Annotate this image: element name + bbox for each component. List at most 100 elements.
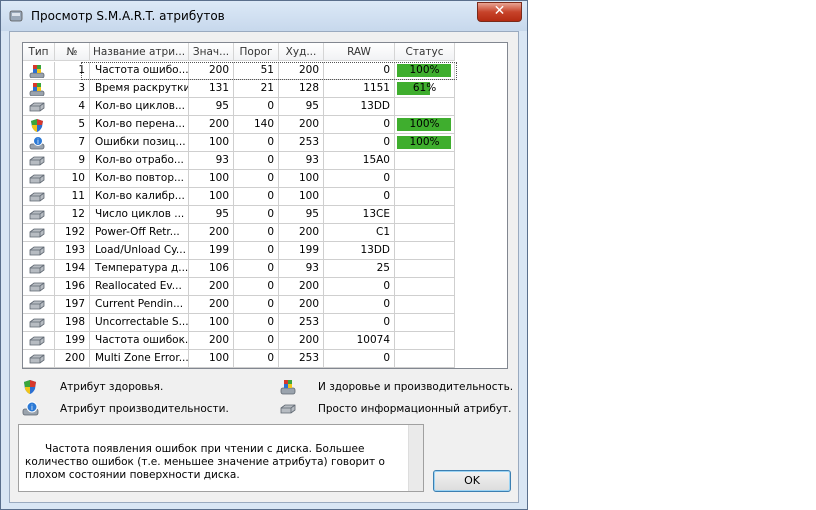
table-row[interactable]: 5 Кол-во перена... 200 140 200 0 100% — [23, 116, 457, 134]
status-text: 100% — [409, 64, 440, 76]
type-cell — [23, 314, 55, 332]
threshold-cell: 0 — [234, 296, 279, 314]
status-cell — [395, 332, 455, 350]
table-row[interactable]: 197 Current Pendin... 200 0 200 0 — [23, 296, 457, 314]
type-cell — [23, 62, 55, 80]
header-raw[interactable]: RAW — [324, 43, 395, 61]
table-row[interactable]: 192 Power-Off Retr... 200 0 200 C1 — [23, 224, 457, 242]
table-row[interactable]: i 7 Ошибки позиц... 100 0 253 0 100% — [23, 134, 457, 152]
attribute-description-box[interactable]: Частота появления ошибок при чтении с ди… — [18, 424, 424, 492]
status-cell — [395, 206, 455, 224]
raw-cell: 0 — [324, 314, 395, 332]
threshold-cell: 0 — [234, 278, 279, 296]
table-row[interactable]: 196 Reallocated Ev... 200 0 200 0 — [23, 278, 457, 296]
header-type[interactable]: Тип — [23, 43, 55, 61]
ok-button[interactable]: OK — [433, 470, 511, 492]
type-cell — [23, 188, 55, 206]
worst-cell: 200 — [279, 332, 324, 350]
status-cell — [395, 152, 455, 170]
type-cell — [23, 332, 55, 350]
svg-text:i: i — [31, 404, 33, 412]
id-cell: 200 — [55, 350, 90, 368]
close-button[interactable]: ✕ — [477, 2, 522, 22]
title-bar: Просмотр S.M.A.R.T. атрибутов ✕ — [1, 1, 527, 31]
type-cell: i — [23, 134, 55, 152]
raw-cell: 0 — [324, 188, 395, 206]
table-row[interactable]: 4 Кол-во циклов... 95 0 95 13DD — [23, 98, 457, 116]
table-row[interactable]: 199 Частота ошибок... 200 0 200 10074 — [23, 332, 457, 350]
id-cell: 3 — [55, 80, 90, 98]
table-row[interactable]: 3 Время раскрутки 131 21 128 1151 61% — [23, 80, 457, 98]
info-disk-icon — [29, 192, 45, 202]
raw-cell: 0 — [324, 62, 395, 80]
name-cell: Число циклов ... — [90, 206, 189, 224]
threshold-cell: 21 — [234, 80, 279, 98]
table-row[interactable]: 12 Число циклов ... 95 0 95 13CE — [23, 206, 457, 224]
threshold-cell: 0 — [234, 350, 279, 368]
header-status[interactable]: Статус — [395, 43, 455, 61]
table-row[interactable]: 200 Multi Zone Error... 100 0 253 0 — [23, 350, 457, 368]
table-row[interactable]: 198 Uncorrectable S... 100 0 253 0 — [23, 314, 457, 332]
name-cell: Load/Unload Cy... — [90, 242, 189, 260]
description-scrollbar[interactable] — [408, 425, 423, 491]
table-row[interactable]: 9 Кол-во отрабо... 93 0 93 15A0 — [23, 152, 457, 170]
legend-info: Просто информационный атрибут. — [280, 400, 512, 418]
name-cell: Current Pendin... — [90, 296, 189, 314]
worst-cell: 100 — [279, 170, 324, 188]
smart-attributes-window: Просмотр S.M.A.R.T. атрибутов ✕ Тип № Назв… — [0, 0, 528, 510]
raw-cell: 0 — [324, 170, 395, 188]
raw-cell: 0 — [324, 134, 395, 152]
attributes-table[interactable]: Тип № Название атри... Знач... Порог Худ... RA… — [22, 42, 508, 369]
table-row[interactable]: 10 Кол-во повтор... 100 0 100 0 — [23, 170, 457, 188]
type-cell — [23, 98, 55, 116]
health-performance-icon — [29, 83, 45, 96]
info-disk-icon — [29, 210, 45, 220]
worst-cell: 253 — [279, 314, 324, 332]
value-cell: 200 — [189, 116, 234, 134]
status-cell — [395, 170, 455, 188]
header-value[interactable]: Знач... — [189, 43, 234, 61]
threshold-cell: 0 — [234, 98, 279, 116]
value-cell: 200 — [189, 224, 234, 242]
value-cell: 200 — [189, 62, 234, 80]
table-row[interactable]: 193 Load/Unload Cy... 199 0 199 13DD — [23, 242, 457, 260]
attribute-description-text: Частота появления ошибок при чтении с ди… — [25, 443, 389, 481]
name-cell: Power-Off Retr... — [90, 224, 189, 242]
info-disk-icon — [280, 404, 296, 414]
dialog-client-area: Тип № Название атри... Знач... Порог Худ... RA… — [9, 31, 519, 503]
id-cell: 194 — [55, 260, 90, 278]
info-disk-icon — [29, 282, 45, 292]
type-cell — [23, 152, 55, 170]
name-cell: Reallocated Ev... — [90, 278, 189, 296]
type-cell — [23, 278, 55, 296]
header-name[interactable]: Название атри... — [90, 43, 189, 61]
info-disk-icon — [29, 354, 45, 364]
worst-cell: 253 — [279, 350, 324, 368]
header-threshold[interactable]: Порог — [234, 43, 279, 61]
id-cell: 199 — [55, 332, 90, 350]
info-disk-icon — [29, 300, 45, 310]
header-worst[interactable]: Худ... — [279, 43, 324, 61]
legend-performance-label: Атрибут производительности. — [60, 403, 229, 415]
raw-cell: 0 — [324, 350, 395, 368]
table-row[interactable]: 11 Кол-во калибр... 100 0 100 0 — [23, 188, 457, 206]
app-icon — [9, 10, 23, 22]
legend-info-label: Просто информационный атрибут. — [318, 403, 512, 415]
worst-cell: 200 — [279, 296, 324, 314]
legend: Атрибут здоровья. i Атрибут производител… — [10, 374, 520, 422]
table-row[interactable]: 194 Температура д... 106 0 93 25 — [23, 260, 457, 278]
table-row[interactable]: 1 Частота ошибо... 200 51 200 0 100% — [23, 62, 457, 80]
legend-health-label: Атрибут здоровья. — [60, 381, 164, 393]
status-cell — [395, 188, 455, 206]
threshold-cell: 0 — [234, 260, 279, 278]
status-cell — [395, 98, 455, 116]
threshold-cell: 0 — [234, 206, 279, 224]
health-performance-icon — [29, 65, 45, 78]
worst-cell: 93 — [279, 152, 324, 170]
type-cell — [23, 206, 55, 224]
value-cell: 106 — [189, 260, 234, 278]
worst-cell: 128 — [279, 80, 324, 98]
value-cell: 199 — [189, 242, 234, 260]
id-cell: 5 — [55, 116, 90, 134]
header-id[interactable]: № — [55, 43, 90, 61]
